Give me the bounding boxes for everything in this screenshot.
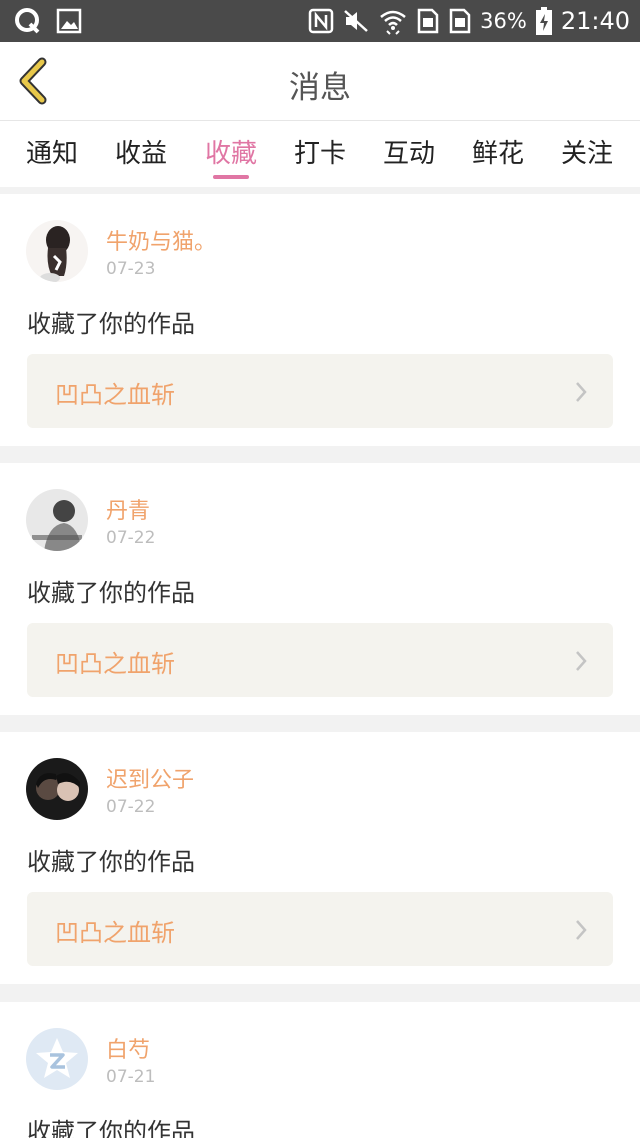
message-card: 白芍 07-21 收藏了你的作品: [0, 1002, 640, 1138]
work-link[interactable]: 凹凸之血斩: [27, 354, 613, 428]
chevron-right-icon: [576, 920, 587, 940]
work-title: 凹凸之血斩: [55, 381, 175, 409]
active-tab-indicator: [213, 175, 249, 179]
message-date: 07-22: [106, 528, 156, 548]
message-date: 07-22: [106, 797, 156, 817]
message-date: 07-21: [106, 1067, 156, 1087]
message-text: 收藏了你的作品: [27, 579, 195, 607]
wifi-icon: [378, 7, 408, 35]
mute-icon: [342, 8, 370, 34]
tab-interactions[interactable]: 互动: [383, 133, 435, 170]
page-title: 消息: [289, 70, 351, 106]
work-title: 凹凸之血斩: [55, 650, 175, 678]
qq-icon: [14, 7, 42, 35]
sim2-icon: [448, 7, 472, 35]
tab-earnings[interactable]: 收益: [115, 133, 167, 170]
message-date: 07-23: [106, 259, 156, 279]
battery-charging-icon: [535, 6, 553, 36]
chevron-right-icon: [576, 651, 587, 671]
nfc-icon: [308, 8, 334, 34]
work-title: 凹凸之血斩: [55, 919, 175, 947]
message-text: 收藏了你的作品: [27, 1118, 195, 1138]
avatar[interactable]: [26, 220, 88, 282]
sim1-icon: [416, 7, 440, 35]
message-text: 收藏了你的作品: [27, 310, 195, 338]
chevron-right-icon: [576, 382, 587, 402]
tab-bar: 通知 收益 收藏 打卡 互动 鲜花 关注: [0, 121, 640, 187]
username[interactable]: 丹青: [106, 493, 150, 525]
tab-notifications[interactable]: 通知: [26, 133, 78, 170]
message-card: 丹青 07-22 收藏了你的作品 凹凸之血斩: [0, 463, 640, 715]
username[interactable]: 迟到公子: [106, 762, 194, 794]
tab-favorites[interactable]: 收藏: [205, 133, 257, 170]
work-link[interactable]: 凹凸之血斩: [27, 892, 613, 966]
clock: 21:40: [560, 7, 630, 35]
tab-flowers[interactable]: 鲜花: [472, 133, 524, 170]
status-bar: 36% 21:40: [0, 0, 640, 42]
avatar[interactable]: [26, 489, 88, 551]
message-card: 牛奶与猫。 07-23 收藏了你的作品 凹凸之血斩: [0, 194, 640, 446]
message-text: 收藏了你的作品: [27, 848, 195, 876]
battery-percent: 36%: [480, 9, 527, 33]
work-link[interactable]: 凹凸之血斩: [27, 623, 613, 697]
message-card: 迟到公子 07-22 收藏了你的作品 凹凸之血斩: [0, 732, 640, 984]
tab-checkin[interactable]: 打卡: [294, 133, 346, 170]
username[interactable]: 白芍: [106, 1032, 150, 1064]
app-header: 消息: [0, 42, 640, 121]
avatar[interactable]: [26, 758, 88, 820]
username[interactable]: 牛奶与猫。: [106, 224, 216, 256]
image-icon: [56, 8, 82, 34]
tab-following[interactable]: 关注: [561, 133, 613, 170]
avatar[interactable]: [26, 1028, 88, 1090]
